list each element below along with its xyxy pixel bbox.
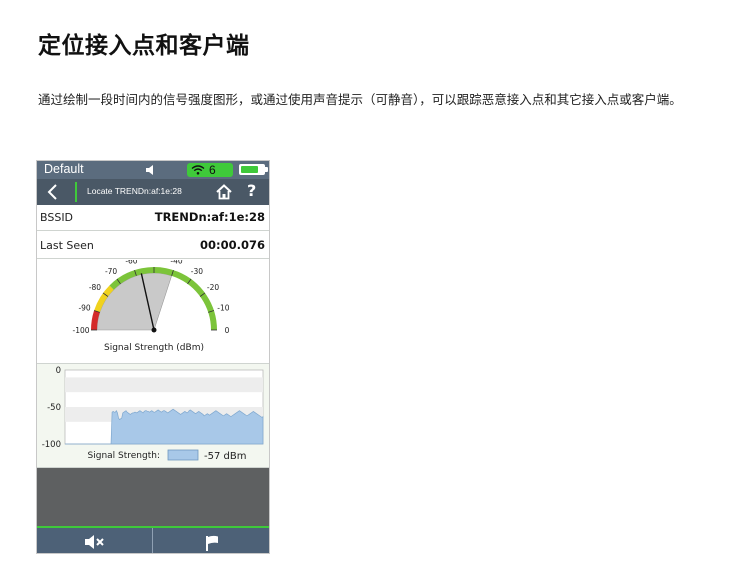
gauge-tick-label: -40	[170, 260, 182, 266]
wifi-icon	[191, 165, 205, 175]
gauge-svg: -100-90-80-70-60-50-40-30-20-100Signal S…	[72, 253, 230, 353]
title-divider	[75, 182, 77, 202]
back-chevron-icon[interactable]	[45, 183, 63, 201]
gauge-tick-label: -80	[89, 283, 101, 292]
gauge-tick-label: -100	[72, 326, 89, 335]
gauge-tick-label: -50	[148, 260, 160, 262]
mute-icon	[85, 535, 104, 549]
graph-legend-swatch	[167, 449, 199, 461]
graph-legend-value: -57 dBm	[204, 451, 246, 462]
screen-title: Locate TRENDn:af:1e:28	[87, 186, 182, 196]
gauge-tick-label: -70	[105, 267, 117, 276]
graph-legend-label: Signal Strength:	[88, 451, 160, 461]
blank-area	[37, 468, 269, 526]
last-seen-value: 00:00.076	[200, 238, 265, 252]
gauge-hub	[151, 327, 157, 333]
signal-graph: 0 -50 -100 Signal Strength: -57 dBm	[37, 364, 269, 468]
bottom-toolbar	[37, 526, 269, 553]
title-bar: Locate TRENDn:af:1e:28 ?	[37, 179, 269, 205]
graph-y-tick: 0	[56, 366, 61, 376]
device-screen: Default 6 Locate TRENDn:af:1e:28 ? BSSID…	[36, 160, 270, 554]
gauge-tick-label: -10	[217, 303, 229, 312]
doc-paragraph: 通过绘制一段时间内的信号强度图形，或通过使用声音提示（可静音），可以跟踪恶意接入…	[38, 92, 682, 107]
gauge-tick-label: -90	[78, 303, 90, 312]
last-seen-label: Last Seen	[40, 239, 94, 252]
bssid-row: BSSID TRENDn:af:1e:28	[37, 205, 269, 231]
signal-gauge: -100-90-80-70-60-50-40-30-20-100Signal S…	[37, 253, 269, 364]
gauge-tick-label: -60	[125, 260, 137, 266]
gauge-tick-label: 0	[225, 326, 230, 335]
mute-button[interactable]	[37, 528, 153, 553]
graph-y-tick: -50	[47, 403, 61, 413]
status-bar: Default 6	[37, 161, 269, 179]
gauge-arc-low	[91, 310, 100, 331]
gauge-sweep	[96, 272, 172, 331]
battery-icon	[239, 164, 268, 175]
doc-title: 定位接入点和客户端	[38, 33, 250, 59]
bssid-value: TRENDn:af:1e:28	[154, 210, 265, 224]
last-seen-row: Last Seen 00:00.076	[37, 233, 269, 259]
graph-y-tick: -100	[42, 440, 61, 450]
home-icon[interactable]	[215, 183, 233, 201]
gauge-title: Signal Strength (dBm)	[104, 343, 204, 353]
flag-button[interactable]	[154, 528, 269, 553]
gauge-tick-label: -20	[207, 283, 219, 292]
help-button[interactable]: ?	[247, 181, 256, 200]
profile-name[interactable]: Default	[44, 162, 84, 176]
graph-svg: 0 -50 -100 Signal Strength: -57 dBm	[42, 366, 264, 462]
wifi-indicator[interactable]: 6	[187, 163, 233, 177]
graph-band	[65, 377, 263, 393]
bssid-label: BSSID	[40, 211, 74, 224]
speaker-icon[interactable]	[145, 164, 157, 176]
gauge-tick-label: -30	[191, 267, 203, 276]
wifi-count: 6	[209, 163, 216, 177]
flag-icon	[206, 535, 218, 551]
